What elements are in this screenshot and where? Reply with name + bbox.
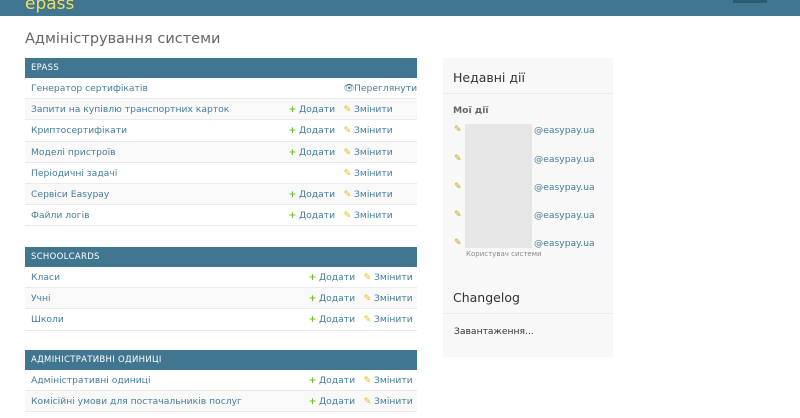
model-link[interactable]: Запити на купівлю транспортних карток — [31, 104, 229, 115]
model-row: Моделі пристроїв + Додати ✎ Змінити — [25, 141, 417, 163]
plus-icon: + — [308, 314, 317, 326]
pencil-icon: ✎ — [343, 125, 352, 137]
change-link[interactable]: ✎ Змінити — [363, 396, 413, 407]
module-caption[interactable]: EPASS — [25, 58, 417, 78]
change-link[interactable]: ✎ Змінити — [363, 272, 413, 283]
add-link[interactable]: + Додати — [308, 272, 355, 283]
model-row: Криптосертифікати + Додати ✎ Змінити — [25, 120, 417, 142]
recent-actions-title: Недавні дії — [453, 70, 525, 85]
model-row: Школи + Додати ✎ Змінити — [25, 309, 417, 331]
model-link[interactable]: Класи — [31, 272, 60, 283]
pencil-icon: ✎ — [343, 188, 352, 200]
page-title: Адміністрування системи — [25, 31, 221, 47]
add-link[interactable]: + Додати — [288, 104, 335, 115]
pencil-icon: ✎ — [363, 272, 372, 283]
model-row: Генератор сертифікатів 👁Переглянути — [25, 78, 417, 100]
add-link[interactable]: + Додати — [288, 147, 335, 158]
divider — [443, 313, 613, 314]
recent-action-type: Користувач системи — [466, 250, 542, 258]
model-link[interactable]: Криптосертифікати — [31, 125, 127, 136]
user-tools-mark — [733, 0, 767, 3]
model-row: Комісійні умови для постачальників послу… — [25, 391, 417, 413]
plus-icon: + — [308, 272, 317, 283]
model-row: Класи + Додати ✎ Змінити — [25, 267, 417, 289]
app-module-admin-units: АДМІНІСТРАТИВНІ ОДИНИЦІ Адміністративні … — [25, 350, 417, 413]
pencil-icon: ✎ — [363, 293, 372, 305]
plus-icon: + — [288, 125, 297, 137]
pencil-icon: ✎ — [454, 210, 462, 220]
add-link[interactable]: + Додати — [308, 293, 355, 304]
plus-icon: + — [308, 293, 317, 305]
model-link[interactable]: Учні — [31, 293, 51, 304]
model-link[interactable]: Генератор сертифікатів — [31, 83, 148, 94]
pencil-icon: ✎ — [363, 375, 372, 386]
model-link[interactable]: Періодичні задачі — [31, 168, 117, 179]
pencil-icon: ✎ — [343, 167, 352, 179]
change-link[interactable]: ✎ Змінити — [343, 125, 393, 136]
changelog-title: Changelog — [453, 290, 520, 305]
plus-icon: + — [288, 188, 297, 200]
model-link[interactable]: Файли логів — [31, 210, 90, 221]
pencil-icon: ✎ — [454, 182, 462, 192]
plus-icon: + — [308, 375, 317, 386]
change-link[interactable]: ✎ Змінити — [343, 210, 393, 221]
change-link[interactable]: ✎ Змінити — [343, 147, 393, 158]
change-link[interactable]: ✎ Змінити — [363, 375, 413, 386]
divider — [443, 93, 613, 94]
add-link[interactable]: + Додати — [308, 314, 355, 325]
pencil-icon: ✎ — [363, 396, 372, 408]
site-header: epass — [0, 0, 800, 16]
site-brand[interactable]: epass — [25, 0, 74, 14]
change-link[interactable]: ✎ Змінити — [343, 168, 393, 179]
model-link[interactable]: Сервіси Easypay — [31, 189, 109, 200]
plus-icon: + — [288, 210, 297, 222]
model-link[interactable]: Моделі пристроїв — [31, 147, 116, 158]
pencil-icon: ✎ — [343, 104, 352, 116]
plus-icon: + — [288, 104, 297, 116]
change-link[interactable]: ✎ Змінити — [343, 189, 393, 200]
plus-icon: + — [308, 396, 317, 408]
pencil-icon: ✎ — [363, 314, 372, 326]
pencil-icon: ✎ — [454, 238, 462, 248]
plus-icon: + — [288, 146, 297, 158]
eye-icon: 👁 — [343, 83, 355, 94]
model-row: Запити на купівлю транспортних карток + Д… — [25, 99, 417, 121]
model-row: Сервіси Easypay + Додати ✎ Змінити — [25, 183, 417, 206]
model-row: Адміністративні одиниці + Додати ✎ Змінити — [25, 370, 417, 392]
change-link[interactable]: ✎ Змінити — [363, 293, 413, 304]
add-link[interactable]: + Додати — [288, 210, 335, 221]
add-link[interactable]: + Додати — [308, 396, 355, 407]
my-actions-title: Мої дії — [453, 105, 489, 116]
model-row: Учні + Додати ✎ Змінити — [25, 288, 417, 310]
app-module-schoolcards: SCHOOLCARDS Класи + Додати ✎ Змінити Учні … — [25, 247, 417, 331]
add-link[interactable]: + Додати — [288, 189, 335, 200]
pencil-icon: ✎ — [343, 146, 352, 158]
model-row: Періодичні задачі ✎ Змінити — [25, 163, 417, 184]
model-row: Файли логів + Додати ✎ Змінити — [25, 205, 417, 227]
pencil-icon: ✎ — [454, 154, 462, 164]
change-link[interactable]: ✎ Змінити — [363, 314, 413, 325]
changelog-loading: Завантаження... — [454, 326, 534, 337]
module-caption[interactable]: АДМІНІСТРАТИВНІ ОДИНИЦІ — [25, 350, 417, 370]
model-link[interactable]: Адміністративні одиниці — [31, 375, 151, 386]
model-link[interactable]: Комісійні умови для постачальників послу… — [31, 396, 242, 407]
app-module-epass: EPASS Генератор сертифікатів 👁Переглянут… — [25, 58, 417, 227]
model-link[interactable]: Школи — [31, 314, 64, 325]
module-caption[interactable]: SCHOOLCARDS — [25, 247, 417, 267]
pencil-icon: ✎ — [343, 210, 352, 222]
add-link[interactable]: + Додати — [308, 375, 355, 386]
redacted-area — [465, 124, 532, 248]
change-link[interactable]: ✎ Змінити — [343, 104, 393, 115]
pencil-icon: ✎ — [454, 125, 462, 135]
add-link[interactable]: + Додати — [288, 125, 335, 136]
view-link[interactable]: 👁Переглянути — [343, 83, 417, 94]
